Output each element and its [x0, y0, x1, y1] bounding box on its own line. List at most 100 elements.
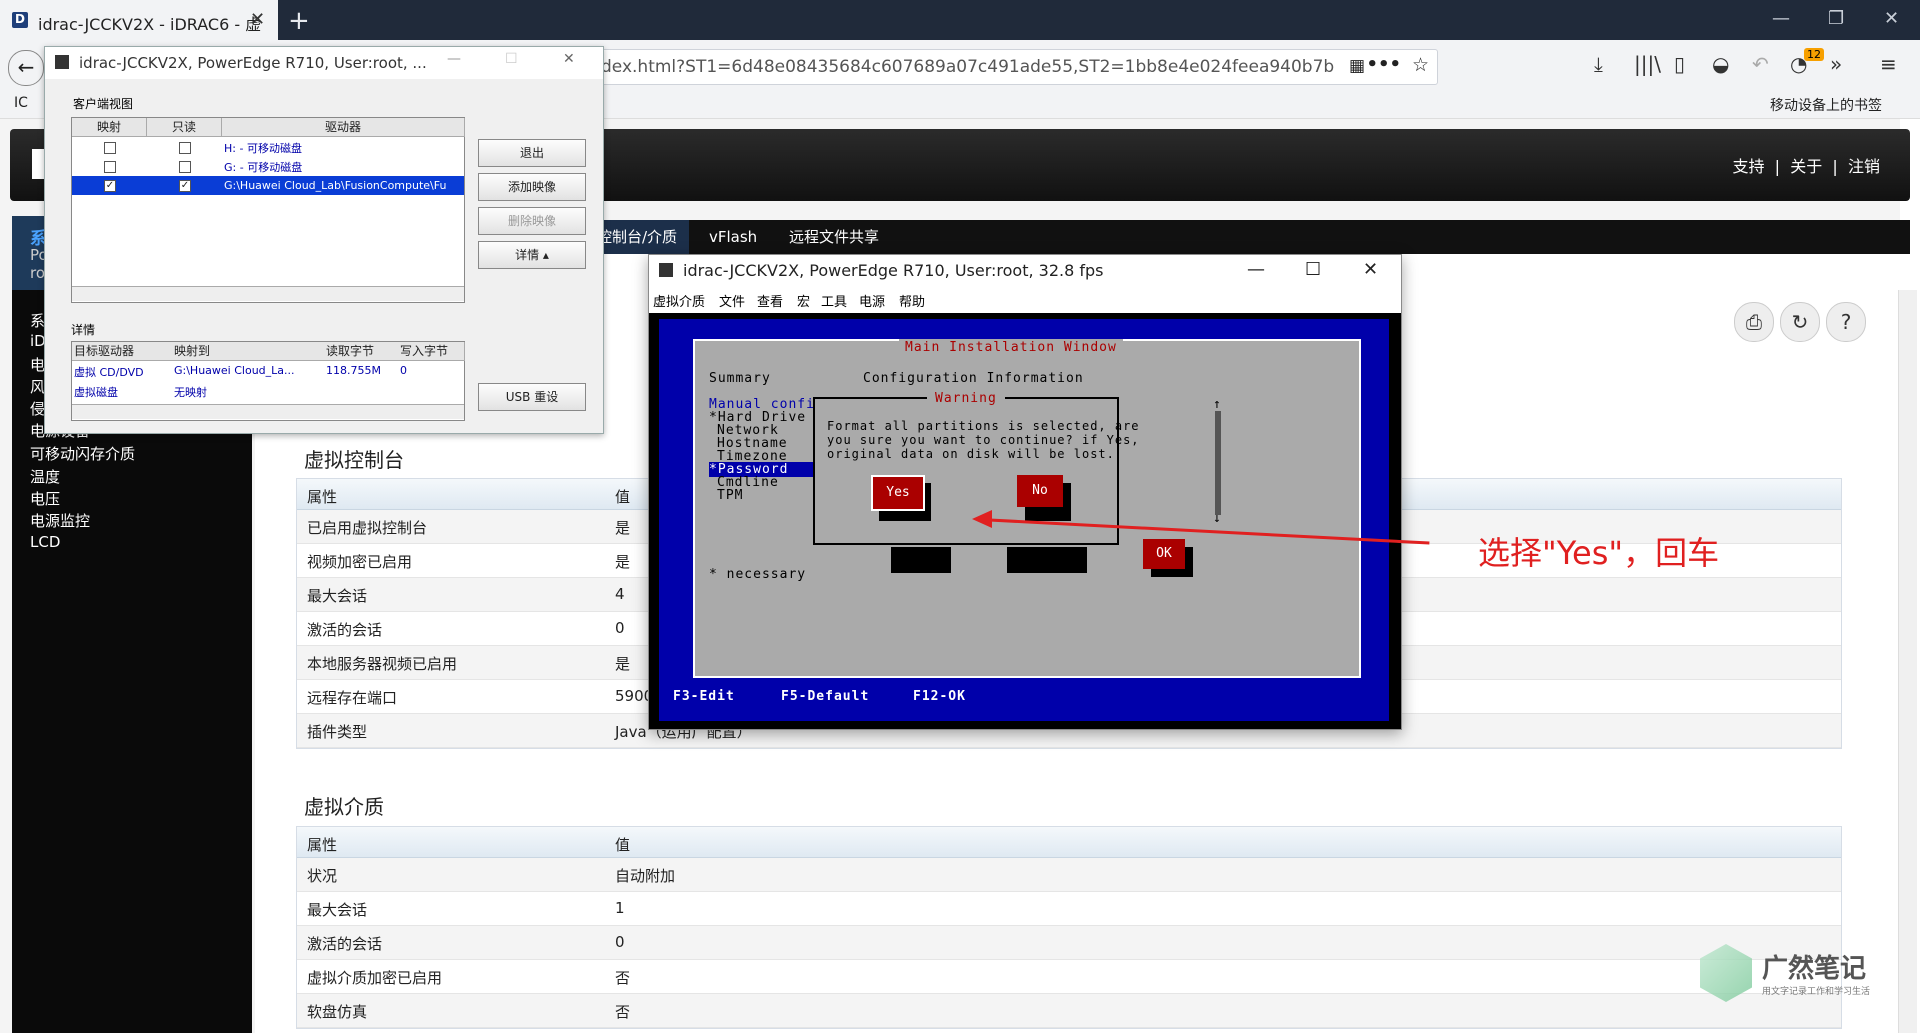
step-tpm: TPM: [717, 488, 744, 503]
undo-icon[interactable]: ↶: [1752, 52, 1769, 76]
address-bar[interactable]: dex.html?ST1=6d48e08435684c607689a07c491…: [590, 49, 1438, 85]
menu-view[interactable]: 查看: [757, 291, 783, 310]
java-app-icon: [659, 263, 673, 277]
menu-macro[interactable]: 宏: [797, 291, 810, 310]
details-table: 目标驱动器 映射到 读取字节 写入字节 虚拟 CD/DVD G:\Huawei …: [71, 341, 465, 421]
nav-item-lcd[interactable]: LCD: [30, 533, 60, 551]
col-write-bytes: 写入字节: [398, 342, 465, 361]
support-link[interactable]: 支持: [1732, 157, 1764, 176]
back-arrow-icon[interactable]: ←: [8, 50, 44, 86]
yes-button[interactable]: Yes: [871, 475, 925, 511]
minimize-icon[interactable]: —: [1772, 8, 1790, 29]
refresh-icon[interactable]: ↻: [1780, 302, 1820, 342]
menu-help[interactable]: 帮助: [899, 291, 925, 310]
row-label: 已启用虚拟控制台: [307, 519, 428, 537]
yes-button-label: Yes: [886, 485, 910, 500]
sidebar-icon[interactable]: ▯: [1674, 52, 1685, 76]
details-button[interactable]: 详情 ▴: [478, 241, 586, 269]
close-window-icon[interactable]: ✕: [1884, 8, 1899, 29]
restore-icon[interactable]: ❐: [1828, 8, 1844, 29]
scroll-up-icon: ↑: [1213, 397, 1222, 412]
mapped-checkbox-g[interactable]: [104, 161, 116, 173]
close-tab-icon[interactable]: ✕: [250, 9, 265, 30]
footer-f12: F12-OK: [913, 689, 966, 704]
col-mapped: 映射: [72, 118, 147, 137]
nav-item-power-monitor[interactable]: 电源监控: [30, 510, 90, 531]
hamburger-menu-icon[interactable]: ≡: [1880, 52, 1897, 76]
minimize-icon[interactable]: —: [447, 51, 461, 67]
help-icon[interactable]: ?: [1826, 302, 1866, 342]
maximize-icon[interactable]: ☐: [1305, 259, 1321, 280]
idrac-favicon-icon: [12, 12, 28, 28]
close-icon[interactable]: ✕: [1363, 259, 1378, 280]
browser-tab[interactable]: idrac-JCCKV2X - iDRAC6 - 虚 ✕: [0, 0, 278, 40]
badge-count: 12: [1804, 48, 1824, 61]
console-titlebar: idrac-JCCKV2X, PowerEdge R710, User:root…: [649, 255, 1401, 287]
row-label: 虚拟介质加密已启用: [307, 969, 443, 987]
details-scrollbar[interactable]: [72, 404, 464, 419]
col-readonly: 只读: [147, 118, 222, 137]
usb-reset-button[interactable]: USB 重设: [478, 383, 586, 411]
nav-item-voltage[interactable]: 电压: [30, 488, 60, 509]
extension-icon[interactable]: ◒: [1712, 52, 1729, 76]
table-row: 软盘仿真 否: [297, 994, 1841, 1028]
bookmark-left[interactable]: IC: [14, 95, 28, 111]
mapped-checkbox-h[interactable]: [104, 142, 116, 154]
library-icon[interactable]: |||\: [1634, 52, 1661, 76]
remove-image-button[interactable]: 删除映像: [478, 207, 586, 235]
drive-h[interactable]: H: - 可移动磁盘: [224, 140, 302, 156]
top-links: 支持 | 关于 | 注销: [1732, 157, 1880, 176]
close-icon[interactable]: ✕: [563, 51, 575, 67]
bg-button-shadow: [1007, 547, 1087, 573]
tab-vflash[interactable]: vFlash: [697, 220, 769, 254]
row-label: 软盘仿真: [307, 1003, 368, 1021]
no-button[interactable]: No: [1017, 475, 1063, 507]
minimize-icon[interactable]: —: [1247, 259, 1265, 280]
mapped-checkbox-iso[interactable]: ✓: [104, 180, 116, 192]
readonly-checkbox-h[interactable]: [179, 142, 191, 154]
download-icon[interactable]: ⤓: [1594, 52, 1603, 76]
readonly-checkbox-g[interactable]: [179, 161, 191, 173]
drive-g[interactable]: G: - 可移动磁盘: [224, 159, 302, 175]
virtual-media-table: 属性 值 状况 自动附加 最大会话 1 激活的会话 0 虚拟介质加密已启用否 软盘仿真…: [296, 826, 1842, 1029]
qr-code-icon[interactable]: ▦: [1349, 56, 1365, 76]
more-dots-icon[interactable]: •••: [1366, 54, 1401, 75]
star-bookmark-icon[interactable]: ☆: [1412, 54, 1429, 76]
table-header: 属性 值: [297, 827, 1841, 858]
drive-iso[interactable]: G:\Huawei Cloud_Lab\FusionCompute\Fu: [224, 179, 446, 192]
tab-remote-file-share[interactable]: 远程文件共享: [777, 220, 891, 254]
ok-button-label: OK: [1156, 546, 1172, 561]
drive-table-scrollbar[interactable]: [72, 286, 464, 301]
footer-f5: F5-Default: [781, 689, 870, 704]
page-scrollbar[interactable]: [1898, 290, 1917, 1033]
nav-item-flash-media[interactable]: 可移动闪存介质: [30, 443, 135, 464]
detail-mapped-2: 无映射: [174, 386, 207, 399]
menu-power[interactable]: 电源: [859, 291, 885, 310]
row-label: 插件类型: [307, 723, 368, 741]
row-value: 0: [615, 619, 625, 637]
menu-virtual-media[interactable]: 虚拟介质: [653, 291, 705, 310]
print-icon[interactable]: ⎙: [1734, 302, 1774, 342]
selected-row[interactable]: ✓ ✓ G:\Huawei Cloud_Lab\FusionCompute\Fu: [72, 176, 464, 195]
row-value: 0: [615, 933, 625, 951]
menu-tools[interactable]: 工具: [821, 291, 847, 310]
inner-scrollbar: [1215, 411, 1221, 515]
add-image-button[interactable]: 添加映像: [478, 173, 586, 201]
row-value: 4: [615, 585, 625, 603]
nav-item-temperature[interactable]: 温度: [30, 466, 60, 487]
overflow-chevron-icon[interactable]: »: [1830, 52, 1842, 76]
exit-button[interactable]: 退出: [478, 139, 586, 167]
logout-link[interactable]: 注销: [1848, 157, 1880, 176]
row-label: 激活的会话: [307, 935, 383, 953]
annotation-text: 选择"Yes"，回车: [1478, 534, 1720, 572]
header-property: 属性: [307, 836, 338, 854]
detail-read-1: 118.755M: [326, 364, 381, 377]
new-tab-icon[interactable]: +: [288, 6, 310, 36]
maximize-icon[interactable]: ☐: [505, 51, 518, 67]
about-link[interactable]: 关于: [1790, 157, 1822, 176]
ok-button[interactable]: OK: [1143, 539, 1185, 569]
mobile-bookmarks[interactable]: 移动设备上的书签: [1770, 95, 1882, 115]
readonly-checkbox-iso[interactable]: ✓: [179, 180, 191, 192]
menu-file[interactable]: 文件: [719, 291, 745, 310]
console-title: idrac-JCCKV2X, PowerEdge R710, User:root…: [683, 261, 1104, 280]
